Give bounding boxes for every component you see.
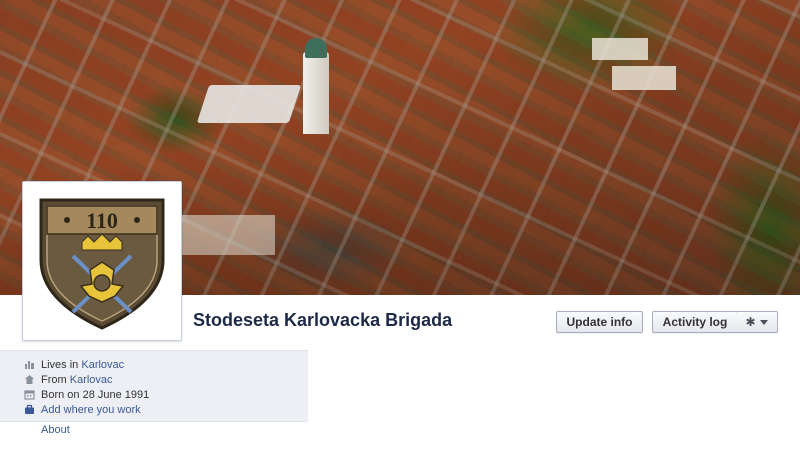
add-work-link[interactable]: Add where you work: [41, 404, 141, 416]
lives-in-city-link[interactable]: Karlovac: [81, 359, 124, 371]
gear-icon: ✱: [745, 315, 756, 329]
home-icon: [24, 359, 35, 370]
from-city-link[interactable]: Karlovac: [70, 374, 113, 386]
activity-log-button[interactable]: Activity log: [652, 311, 738, 333]
update-info-button[interactable]: Update info: [556, 311, 643, 333]
settings-menu-button[interactable]: ✱: [736, 311, 778, 333]
lives-in-prefix: Lives in: [41, 358, 79, 371]
activity-log-label: Activity log: [662, 315, 728, 329]
info-born: Born on 28 June 1991: [24, 387, 149, 402]
briefcase-icon: [24, 404, 35, 415]
brigade-emblem: 110: [31, 190, 173, 332]
chevron-down-icon: [759, 319, 768, 325]
update-info-label: Update info: [566, 315, 633, 329]
page-title: Stodeseta Karlovacka Brigada: [193, 310, 453, 330]
emblem-number: 110: [86, 208, 118, 233]
calendar-icon: [24, 389, 35, 400]
about-link[interactable]: About: [41, 424, 70, 436]
brigade-emblem-graphic: 110: [39, 198, 165, 330]
info-from: From Karlovac: [24, 372, 113, 387]
house-icon: [24, 374, 35, 385]
info-lives-in: Lives in Karlovac: [24, 357, 124, 372]
profile-picture[interactable]: 110: [22, 181, 182, 341]
born-date: Born on 28 June 1991: [41, 388, 150, 401]
from-prefix: From: [41, 373, 67, 386]
info-add-work[interactable]: Add where you work: [24, 402, 141, 417]
